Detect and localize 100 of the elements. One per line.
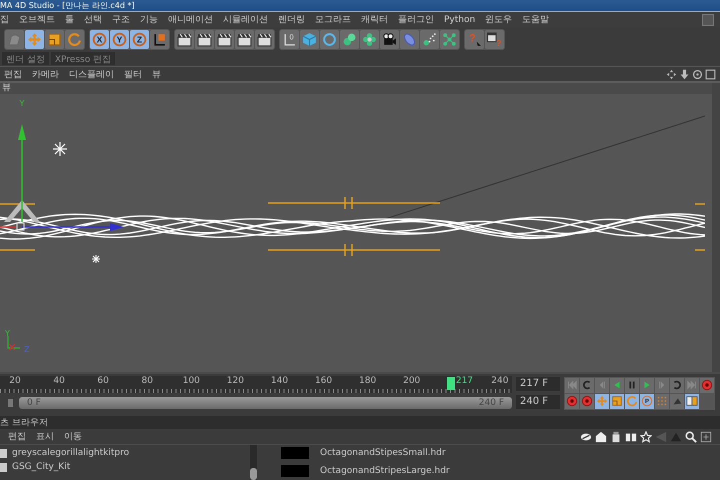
particles-icon — [422, 32, 437, 46]
scale-icon — [47, 32, 62, 46]
toolbar-button[interactable] — [215, 30, 234, 48]
layout-icon — [686, 395, 698, 407]
transport-button[interactable] — [580, 378, 594, 392]
menu-item[interactable]: 시뮬레이션 — [223, 13, 268, 26]
browser-menu-item[interactable]: 편집 — [8, 430, 26, 443]
transport-button[interactable] — [670, 378, 684, 392]
folder-name[interactable]: greyscalegorillalightkitpro — [12, 448, 130, 458]
orbit-icon[interactable] — [692, 68, 703, 80]
scale-icon — [611, 395, 623, 407]
frame-number: 240 — [490, 376, 510, 387]
transport-button[interactable] — [610, 378, 624, 392]
capsule-icon — [402, 32, 417, 46]
browser-menu-item[interactable]: 표시 — [36, 430, 54, 443]
menu-item[interactable]: 툴 — [65, 13, 74, 26]
menu-item[interactable]: 구조 — [112, 13, 130, 26]
skip-end-icon — [686, 379, 698, 391]
circle-icon — [322, 32, 337, 46]
toolbar-button[interactable] — [235, 30, 254, 48]
rotate-icon — [626, 395, 638, 407]
folder-name[interactable]: GSG_City_Kit — [12, 462, 70, 472]
pan-icon[interactable] — [666, 68, 677, 80]
transport-button[interactable] — [625, 378, 639, 392]
dot-grid-icon — [656, 395, 668, 407]
star-icon[interactable] — [640, 430, 652, 442]
viewport-menu-item[interactable]: 편집 — [4, 68, 22, 80]
toolbar-button[interactable] — [380, 30, 399, 48]
book-icon[interactable] — [625, 430, 637, 442]
clapperboard-icon — [237, 32, 252, 46]
frame-number: 180 — [358, 376, 378, 387]
light-icon — [92, 254, 100, 264]
move-icon — [596, 395, 608, 407]
camera-body-drawing — [4, 200, 40, 222]
transport-button[interactable] — [685, 394, 699, 408]
menu-item[interactable]: 플러그인 — [398, 13, 434, 26]
transport-button[interactable] — [610, 394, 624, 408]
range-start: 0 F — [27, 398, 41, 408]
panel-toggle[interactable] — [702, 14, 714, 26]
transport-button[interactable] — [700, 378, 714, 392]
current-frame-field[interactable]: 217 F — [516, 377, 560, 391]
menu-item[interactable]: 윈도우 — [485, 13, 512, 26]
file-name[interactable]: OctagonandStipesSmall.hdr — [320, 448, 446, 458]
coordinate-icon — [152, 32, 167, 46]
viewport-menu-item[interactable]: 디스플레이 — [69, 68, 114, 80]
scrollbar[interactable] — [250, 445, 257, 480]
menu-item[interactable]: 기능 — [140, 13, 158, 26]
move-icon — [27, 32, 42, 46]
scroll-thumb[interactable] — [250, 468, 257, 480]
jar-icon[interactable] — [610, 430, 622, 442]
search-icon[interactable] — [685, 430, 697, 442]
cube-icon — [302, 32, 317, 46]
add-icon[interactable] — [700, 430, 712, 442]
rotate-icon — [67, 32, 82, 46]
axis-label: Y — [20, 99, 24, 108]
transport-button[interactable] — [625, 394, 639, 408]
end-frame-field[interactable]: 240 F — [516, 395, 560, 409]
file-name[interactable]: OctagonandStripesLarge.hdr — [320, 466, 450, 476]
clapperboard-icon — [197, 32, 212, 46]
toolbar-button[interactable] — [175, 30, 194, 48]
toolbar-button[interactable] — [195, 30, 214, 48]
timeline-ruler[interactable]: 20 40 60 80 100 120 140 160 180 200 217 240 — [0, 376, 512, 393]
clapperboard-icon — [177, 32, 192, 46]
viewport-label: 뷰 — [0, 83, 712, 94]
viewport-menu-item[interactable]: 카메라 — [32, 68, 59, 80]
palette-button[interactable]: 렌더 설정 — [2, 52, 49, 65]
menu-item[interactable]: 캐릭터 — [361, 13, 388, 26]
toolbar-button[interactable] — [150, 30, 169, 48]
menu-item[interactable]: 모그라프 — [315, 13, 351, 26]
transport-button[interactable] — [640, 378, 654, 392]
clapperboard-icon — [217, 32, 232, 46]
panel-title: 츠 브라우저 — [0, 417, 48, 429]
menu-item[interactable]: 집 — [0, 13, 9, 26]
menu-item[interactable]: 애니메이션 — [168, 13, 213, 26]
playhead[interactable] — [446, 377, 455, 390]
toolbar-button[interactable] — [255, 30, 274, 48]
current-frame: 217 — [456, 376, 474, 387]
camera-icon — [382, 32, 397, 46]
menu-item[interactable]: Python — [444, 14, 476, 24]
frame-number: 60 — [96, 376, 110, 387]
viewport-menu-item[interactable]: 뷰 — [152, 68, 161, 80]
palette-button[interactable]: XPresso 편집 — [50, 52, 116, 65]
menu-item[interactable]: 렌더링 — [278, 13, 305, 26]
viewport-menu-item[interactable]: 필터 — [124, 68, 142, 80]
frame-number: 20 — [8, 376, 22, 387]
dolly-icon[interactable] — [679, 68, 690, 80]
frame-number: 160 — [314, 376, 334, 387]
link-icon[interactable] — [580, 430, 592, 442]
transport-button[interactable] — [580, 394, 594, 408]
flower-icon — [362, 32, 377, 46]
menu-item[interactable]: 도움말 — [522, 13, 550, 26]
menu-item[interactable]: 선택 — [84, 13, 102, 26]
maximize-icon[interactable] — [705, 68, 716, 80]
transport-button[interactable] — [565, 394, 579, 408]
range-end: 240 F — [478, 398, 504, 408]
frame-number: 40 — [52, 376, 66, 387]
browser-menu-item[interactable]: 이동 — [64, 430, 82, 443]
window-title: MA 4D Studio - [만나는 라인.c4d *] — [0, 0, 135, 11]
transport-button[interactable] — [595, 394, 609, 408]
menu-item[interactable]: 오브젝트 — [19, 13, 55, 26]
